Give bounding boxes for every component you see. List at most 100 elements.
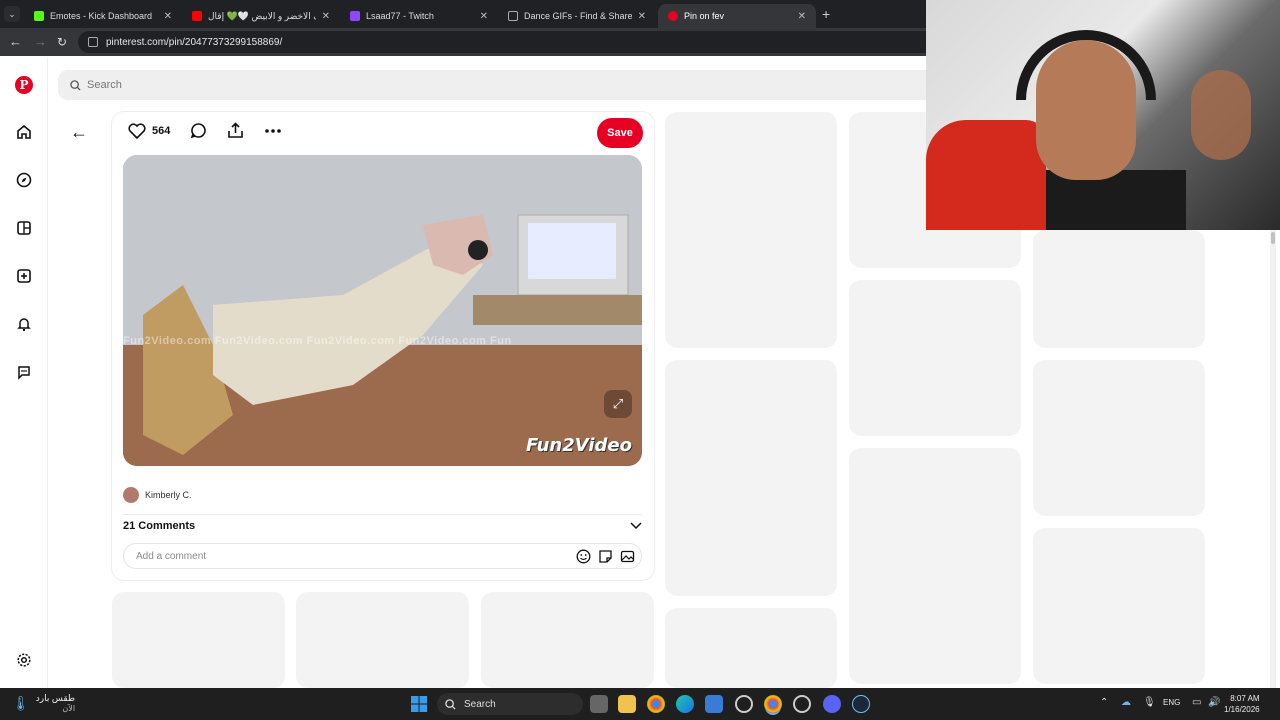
url-field[interactable]: pinterest.com/pin/20477373299158869/: [78, 31, 938, 53]
back-arrow-icon[interactable]: ←: [70, 122, 88, 143]
boards-icon[interactable]: [14, 218, 34, 238]
pin-placeholder: [481, 592, 654, 688]
close-icon[interactable]: ✕: [480, 11, 488, 22]
comment-icon: [191, 123, 207, 139]
more-icon: [265, 128, 282, 133]
pin-author[interactable]: Kimberly C.: [123, 487, 192, 503]
page-scrollbar[interactable]: [1270, 230, 1276, 688]
messages-icon[interactable]: [14, 362, 34, 382]
pinterest-icon: [668, 11, 678, 21]
app-icon[interactable]: [793, 695, 811, 713]
comment-button[interactable]: [190, 122, 207, 139]
youtube-icon: [192, 11, 202, 21]
close-icon[interactable]: ✕: [322, 11, 330, 22]
twitch-icon: [350, 11, 360, 21]
store-icon[interactable]: [705, 695, 723, 713]
clock-date: 1/16/2026: [1224, 705, 1260, 714]
task-view-icon[interactable]: [590, 695, 608, 713]
site-info-icon[interactable]: [88, 37, 98, 47]
chevron-up-icon[interactable]: ⌃: [1100, 697, 1108, 708]
pin-placeholder: [849, 280, 1021, 436]
tab-search-button[interactable]: ⌄: [4, 6, 20, 22]
pin-placeholder: [1033, 360, 1205, 516]
divider: [123, 514, 642, 515]
pin-placeholder: [296, 592, 469, 688]
pin-placeholder: [112, 592, 285, 688]
tab-label: Pin on fev: [684, 11, 725, 21]
steam-icon[interactable]: [852, 695, 870, 713]
tab-label: Dance GIFs - Find & Share on G: [524, 11, 632, 21]
pin-placeholder: [1033, 528, 1205, 684]
network-icon[interactable]: ▭: [1192, 697, 1201, 708]
search-input[interactable]: Search: [58, 70, 938, 100]
tab-kick[interactable]: Emotes - Kick Dashboard ✕: [24, 4, 182, 28]
chrome-active-icon[interactable]: [764, 695, 782, 713]
onedrive-icon[interactable]: ☁: [1121, 697, 1131, 708]
emoji-icon[interactable]: [575, 548, 591, 564]
clock-time: 8:07 AM: [1230, 694, 1260, 703]
giphy-icon: [508, 11, 518, 21]
tab-label: Emotes - Kick Dashboard: [50, 11, 153, 21]
share-icon: [228, 122, 244, 138]
create-icon[interactable]: [14, 266, 34, 286]
tab-giphy[interactable]: Dance GIFs - Find & Share on G ✕: [498, 4, 656, 28]
save-button[interactable]: Save: [597, 118, 643, 148]
image-icon[interactable]: [619, 548, 635, 564]
comment-placeholder: Add a comment: [136, 550, 207, 562]
forward-arrow-icon[interactable]: →: [34, 34, 47, 50]
heart-icon: [128, 122, 146, 139]
volume-icon[interactable]: 🔊: [1208, 697, 1220, 708]
pin-placeholder: [665, 112, 837, 348]
kick-icon: [34, 11, 44, 21]
search-icon: [445, 698, 456, 710]
reload-icon[interactable]: ↻: [57, 34, 67, 50]
video-logo-watermark: Fun2Video: [526, 435, 632, 456]
expand-icon[interactable]: ⤢: [604, 390, 632, 418]
weather-icon: 🌡: [12, 694, 30, 711]
microphone-icon[interactable]: 🎙: [1143, 697, 1156, 708]
like-button[interactable]: 564: [128, 122, 171, 139]
tab-label: زقرف الاخضر و الابيض 🤍💚 إقال: [208, 10, 316, 21]
sticker-icon[interactable]: [597, 548, 613, 564]
language-indicator[interactable]: ENG: [1163, 698, 1180, 707]
comments-toggle[interactable]: 21 Comments: [123, 520, 642, 532]
close-icon[interactable]: ✕: [638, 11, 646, 22]
webcam-jacket: [926, 120, 1046, 230]
chrome-icon[interactable]: [647, 695, 665, 713]
taskbar-search-label: Search: [464, 698, 496, 710]
video-frame-illustration: [123, 155, 642, 466]
weather-widget[interactable]: 🌡 طقس بارد الآن: [12, 693, 75, 713]
back-arrow-icon[interactable]: ←: [9, 34, 22, 50]
file-explorer-icon[interactable]: [618, 695, 636, 713]
pinterest-sidebar: P: [0, 58, 48, 688]
settings-icon[interactable]: [14, 650, 34, 670]
chevron-down-icon: [630, 522, 642, 530]
clock[interactable]: 8:07 AM 1/16/2026: [1224, 693, 1260, 715]
tab-youtube[interactable]: زقرف الاخضر و الابيض 🤍💚 إقال ✕: [182, 4, 340, 28]
pinterest-logo-icon[interactable]: P: [15, 76, 33, 94]
new-tab-button[interactable]: +: [822, 6, 830, 22]
close-icon[interactable]: ✕: [164, 11, 172, 22]
comment-input[interactable]: Add a comment: [123, 543, 642, 569]
notifications-icon[interactable]: [14, 314, 34, 334]
search-icon: [70, 79, 81, 91]
home-icon[interactable]: [14, 122, 34, 142]
discord-icon[interactable]: [823, 695, 841, 713]
taskbar-search[interactable]: Search: [437, 693, 583, 715]
like-count: 564: [152, 124, 171, 137]
obs-icon[interactable]: [735, 695, 753, 713]
tab-twitch[interactable]: Lsaad77 - Twitch ✕: [340, 4, 498, 28]
scrollbar-thumb[interactable]: [1271, 232, 1275, 244]
pin-placeholder: [1033, 230, 1205, 348]
pin-video[interactable]: Fun2Video.com Fun2Video.com Fun2Video.co…: [123, 155, 642, 466]
windows-start-icon[interactable]: [411, 696, 427, 712]
avatar: [123, 487, 139, 503]
search-placeholder: Search: [87, 79, 122, 91]
share-button[interactable]: [227, 122, 244, 139]
explore-icon[interactable]: [14, 170, 34, 190]
pin-actions: 564: [128, 122, 302, 139]
edge-icon[interactable]: [676, 695, 694, 713]
more-options-button[interactable]: [264, 128, 282, 134]
close-icon[interactable]: ✕: [798, 11, 806, 22]
tab-pinterest[interactable]: Pin on fev ✕: [658, 4, 816, 28]
